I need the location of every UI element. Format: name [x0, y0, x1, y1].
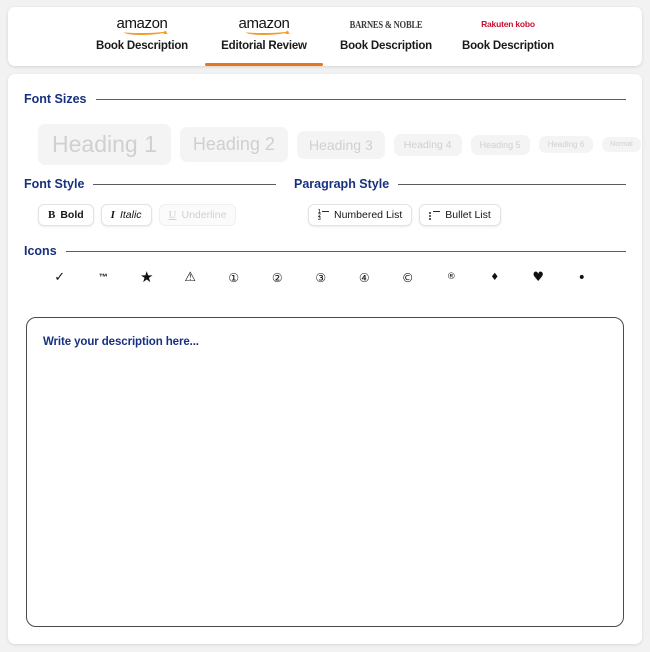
bold-icon: B [48, 208, 56, 221]
underline-icon: U [168, 208, 177, 221]
bullet-list-button-label: Bullet List [445, 209, 491, 221]
section-title: Font Sizes [24, 92, 87, 106]
italic-button-label: Italic [119, 209, 142, 221]
font-style-section-header: Font Style [24, 177, 276, 191]
amazon-logo: amazon [117, 14, 168, 35]
editor-placeholder: Write your description here... [43, 336, 199, 348]
bullet-list-button[interactable]: Bullet List [419, 204, 501, 226]
trademark-icon[interactable]: ™ [82, 273, 126, 282]
section-divider [93, 183, 276, 185]
section-title: Font Style [24, 177, 85, 191]
paragraph-style-button-row: 123 Numbered List Bullet List [308, 204, 501, 226]
barnes-and-noble-logo: BARNES & NOBLE [350, 14, 423, 34]
tab-label: Book Description [95, 40, 188, 52]
amazon-wordmark: amazon [117, 16, 168, 35]
font-sizes-section-header: Font Sizes [24, 92, 626, 106]
circled-two-icon[interactable]: ② [256, 272, 300, 284]
font-size-heading-4-button[interactable]: Heading 4 [393, 133, 462, 156]
font-size-heading-6-button[interactable]: Heading 6 [538, 136, 594, 153]
tab-rakuten-kobo-book-description[interactable]: Rakuten kobo Book Description [447, 7, 569, 66]
section-title: Paragraph Style [294, 177, 390, 191]
rich-text-editor-app: amazon Book Description amazon Editorial… [0, 0, 650, 652]
underline-button[interactable]: U Underline [158, 204, 237, 226]
bold-button[interactable]: B Bold [38, 204, 94, 226]
amazon-logo: amazon [239, 14, 290, 35]
amazon-smile-icon [123, 28, 167, 35]
tab-barnes-noble-book-description[interactable]: BARNES & NOBLE Book Description [325, 7, 447, 66]
rakuten-kobo-wordmark: Rakuten kobo [481, 19, 535, 29]
font-size-heading-3-button[interactable]: Heading 3 [296, 130, 385, 159]
section-divider [398, 183, 626, 185]
amazon-smile-icon [245, 28, 289, 35]
circled-one-icon[interactable]: ① [212, 272, 256, 284]
star-icon[interactable]: ★ [125, 270, 169, 285]
registered-icon[interactable]: ® [430, 273, 474, 282]
warning-triangle-icon[interactable]: ⚠ [169, 271, 213, 284]
copyright-icon[interactable]: © [386, 272, 430, 284]
font-size-chip-row: Heading 1 Heading 2 Heading 3 Heading 4 … [38, 124, 641, 165]
diamond-icon[interactable]: ♦ [473, 272, 517, 283]
rakuten-kobo-logo: Rakuten kobo [481, 14, 535, 34]
bold-button-label: Bold [60, 209, 84, 221]
tab-amazon-book-description[interactable]: amazon Book Description [81, 7, 203, 66]
section-divider [95, 98, 626, 100]
bullet-list-icon [429, 210, 441, 221]
tab-label: Book Description [461, 40, 554, 52]
font-style-button-row: B Bold I Italic U Underline [38, 204, 237, 226]
barnes-and-noble-wordmark: BARNES & NOBLE [349, 17, 423, 31]
font-size-normal-button[interactable]: Normal [602, 137, 641, 152]
editor-panel: Font Sizes Heading 1 Heading 2 Heading 3… [8, 74, 642, 644]
tab-label: Editorial Review [221, 40, 307, 52]
heart-icon[interactable]: ♥ [517, 271, 561, 284]
font-size-heading-2-button[interactable]: Heading 2 [179, 127, 288, 162]
font-size-heading-5-button[interactable]: Heading 5 [470, 134, 530, 155]
marketplace-tab-bar: amazon Book Description amazon Editorial… [8, 7, 642, 66]
italic-button[interactable]: I Italic [100, 204, 152, 226]
section-divider [65, 250, 626, 252]
description-editor[interactable]: Write your description here... [26, 317, 624, 627]
tab-label: Book Description [339, 40, 432, 52]
font-size-heading-1-button[interactable]: Heading 1 [38, 124, 171, 165]
tab-amazon-editorial-review[interactable]: amazon Editorial Review [203, 7, 325, 66]
icons-section-header: Icons [24, 244, 626, 258]
numbered-list-button-label: Numbered List [334, 209, 403, 221]
section-title: Icons [24, 244, 57, 258]
numbered-list-button[interactable]: 123 Numbered List [308, 204, 413, 226]
numbered-list-icon: 123 [318, 210, 329, 222]
italic-icon: I [110, 208, 115, 221]
checkmark-icon[interactable]: ✓ [38, 271, 82, 284]
underline-button-label: Underline [181, 209, 227, 221]
icon-palette: ✓ ™ ★ ⚠ ① ② ③ ④ © ® ♦ ♥ • [38, 270, 608, 285]
paragraph-style-section-header: Paragraph Style [294, 177, 626, 191]
circled-four-icon[interactable]: ④ [343, 272, 387, 284]
bullet-dot-icon[interactable]: • [560, 271, 604, 285]
circled-three-icon[interactable]: ③ [299, 272, 343, 284]
amazon-wordmark: amazon [239, 16, 290, 35]
